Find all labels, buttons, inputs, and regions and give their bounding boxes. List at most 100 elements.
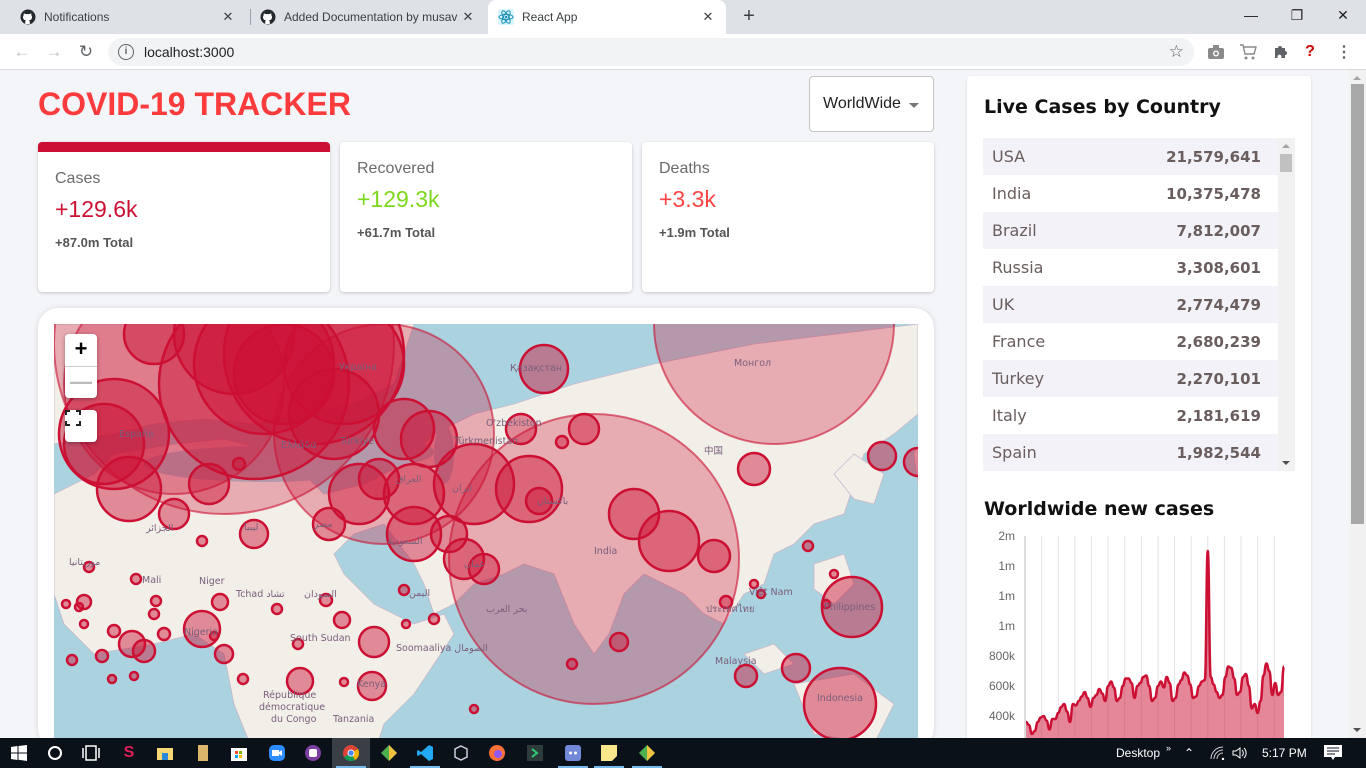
scroll-up-icon[interactable] [1282, 144, 1290, 148]
table-row[interactable]: Brazil 7,812,007 [983, 212, 1278, 249]
new-tab-button[interactable]: + [738, 5, 760, 27]
country-circle[interactable] [106, 673, 118, 685]
chevron-up-icon[interactable]: ⌃ [1184, 746, 1194, 760]
page-scrollbar[interactable] [1349, 70, 1366, 738]
sticky-notes-icon[interactable] [590, 738, 628, 768]
country-circle[interactable] [149, 594, 163, 608]
volume-icon[interactable] [1232, 738, 1248, 768]
git-kraken-icon[interactable] [370, 738, 408, 768]
close-tab-icon[interactable]: ✕ [220, 9, 236, 25]
scroll-down-icon[interactable] [1282, 461, 1290, 465]
notifications-icon[interactable] [1324, 738, 1342, 768]
scroll-up-icon[interactable] [1353, 76, 1361, 80]
table-row[interactable]: Russia 3,308,601 [983, 249, 1278, 286]
table-row[interactable]: UK 2,774,479 [983, 286, 1278, 323]
zoom-icon[interactable] [258, 738, 296, 768]
cart-icon[interactable] [1238, 42, 1258, 62]
new-cases-chart[interactable]: 2m 1m 1m 1m 800k 600k 400k [983, 528, 1303, 758]
country-circle[interactable] [195, 534, 209, 548]
store-icon[interactable] [220, 738, 258, 768]
country-circle[interactable] [65, 653, 79, 667]
url-text[interactable]: localhost:3000 [144, 44, 234, 60]
country-circle[interactable] [187, 462, 231, 506]
tab-react-app[interactable]: React App ✕ [488, 0, 726, 34]
country-circle[interactable] [902, 446, 918, 478]
country-circle[interactable] [236, 672, 250, 686]
country-circle[interactable] [213, 643, 235, 665]
table-row[interactable]: India 10,375,478 [983, 175, 1278, 212]
table-scrollbar[interactable] [1278, 138, 1295, 471]
close-tab-icon[interactable]: ✕ [460, 9, 476, 25]
country-circle[interactable] [231, 456, 247, 472]
camera-icon[interactable] [1206, 42, 1226, 62]
table-row[interactable]: Turkey 2,270,101 [983, 360, 1278, 397]
country-circle[interactable] [801, 539, 815, 553]
table-row[interactable]: Italy 2,181,619 [983, 397, 1278, 434]
menu-icon[interactable]: ⋮ [1334, 42, 1354, 62]
country-circle[interactable] [78, 618, 90, 630]
country-circle[interactable] [210, 592, 230, 612]
infobox-deaths[interactable]: Deaths +3.3k +1.9m Total [642, 142, 934, 292]
zoom-in-button[interactable]: + [65, 334, 97, 366]
infobox-recovered[interactable]: Recovered +129.3k +61.7m Total [340, 142, 632, 292]
country-circle[interactable] [332, 610, 352, 630]
restore-button[interactable]: ❐ [1274, 0, 1320, 30]
windows-start-icon[interactable] [0, 738, 38, 768]
wifi-icon[interactable] [1210, 738, 1226, 768]
country-circle[interactable] [736, 451, 772, 487]
country-circle[interactable] [400, 618, 412, 630]
country-select[interactable]: WorldWide [809, 76, 934, 132]
vscode-icon[interactable] [406, 738, 444, 768]
minimize-button[interactable]: — [1228, 0, 1274, 30]
country-circle[interactable] [637, 509, 701, 573]
country-circle[interactable] [828, 568, 840, 580]
tab-notifications[interactable]: Notifications ✕ [10, 0, 246, 34]
country-circle[interactable] [156, 626, 172, 642]
country-circle[interactable] [270, 602, 284, 616]
country-circle[interactable] [128, 670, 140, 682]
world-map[interactable]: Қазақстан Монгол O'zbekiston Türkmenistan 中国… [54, 324, 918, 754]
country-circle[interactable] [147, 607, 161, 621]
file-explorer-icon[interactable] [146, 738, 184, 768]
show-hidden-icons[interactable]: ⌃ [1184, 738, 1194, 768]
country-circle[interactable] [106, 623, 122, 639]
country-circle[interactable] [129, 572, 143, 586]
country-circle[interactable] [397, 583, 411, 597]
site-info-icon[interactable]: i [118, 44, 134, 60]
country-circle[interactable] [338, 676, 350, 688]
country-circle[interactable] [608, 631, 630, 653]
country-circle[interactable] [780, 652, 812, 684]
scroll-down-icon[interactable] [1353, 728, 1361, 732]
country-circle[interactable] [696, 538, 732, 574]
folder-icon[interactable] [184, 738, 222, 768]
country-circle[interactable] [94, 648, 110, 664]
zoom-out-button[interactable]: — [65, 366, 97, 398]
close-tab-icon[interactable]: ✕ [700, 9, 716, 25]
table-row[interactable]: USA 21,579,641 [983, 138, 1278, 175]
chrome-icon[interactable] [332, 738, 370, 768]
country-circle[interactable] [468, 703, 480, 715]
country-circle[interactable] [73, 601, 85, 613]
bookmark-star-icon[interactable]: ☆ [1169, 42, 1184, 62]
firefox-icon[interactable] [478, 738, 516, 768]
chevron-double-right-icon[interactable]: » [1166, 743, 1171, 753]
scrollbar-thumb[interactable] [1351, 84, 1364, 524]
country-circle[interactable] [448, 413, 740, 705]
git-icon[interactable] [628, 738, 666, 768]
reload-button[interactable]: ↻ [74, 40, 98, 64]
notes-icon[interactable] [294, 738, 332, 768]
task-view-icon[interactable] [72, 738, 110, 768]
back-button[interactable]: ← [10, 40, 34, 64]
country-circle[interactable] [802, 666, 878, 742]
forward-button[interactable]: → [42, 40, 66, 64]
country-circle[interactable] [866, 440, 898, 472]
scrollbar-thumb[interactable] [1280, 154, 1292, 172]
virtualbox-icon[interactable] [442, 738, 480, 768]
tab-added-documentation[interactable]: Added Documentation by musav ✕ [250, 0, 486, 34]
country-circle[interactable] [131, 638, 157, 664]
country-circle[interactable] [427, 612, 441, 626]
country-circle[interactable] [95, 455, 163, 523]
address-bar[interactable]: i localhost:3000 ☆ [108, 38, 1194, 66]
desktop-toolbar[interactable]: Desktop » [1116, 738, 1171, 768]
cortana-icon[interactable] [36, 738, 74, 768]
